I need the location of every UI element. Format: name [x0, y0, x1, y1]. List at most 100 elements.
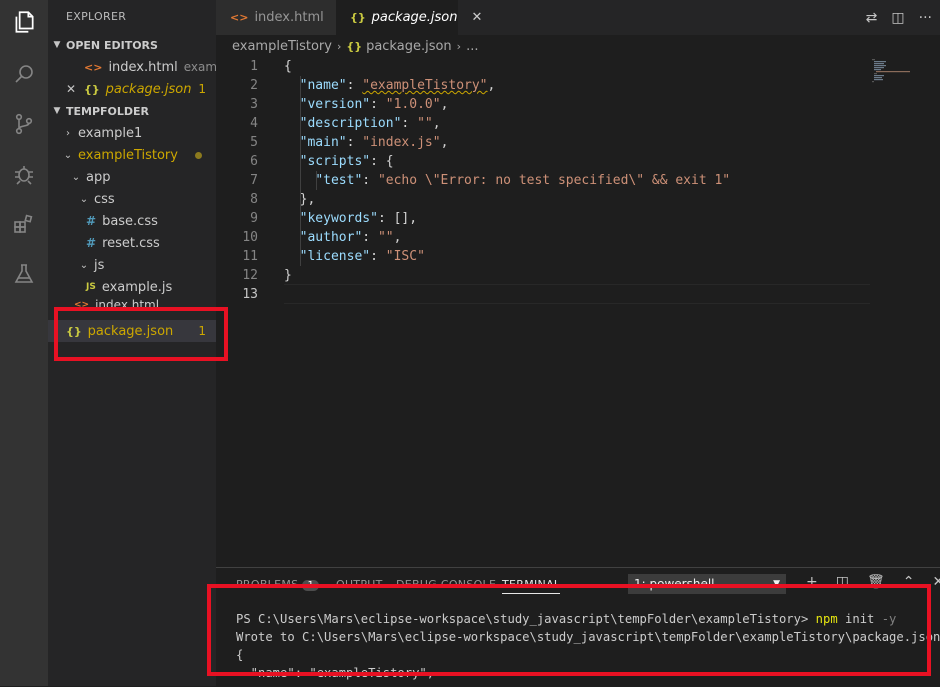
explorer-sidebar: EXPLORER ▼ OPEN EDITORS <> index.html ex… — [48, 0, 216, 686]
html-file-icon: <> — [74, 300, 90, 310]
json-key: "name" — [299, 78, 347, 93]
chevron-down-icon: ⌄ — [79, 193, 89, 205]
source-control-icon[interactable] — [8, 108, 40, 140]
extensions-icon[interactable] — [8, 208, 40, 240]
editor-tabs: <> index.html {} package.json ✕ ⇄ ◫ ··· — [216, 0, 940, 35]
tree-item-example1[interactable]: › example1 — [48, 122, 216, 144]
json-colon: : — [346, 135, 363, 150]
json-file-icon: {} — [346, 39, 363, 53]
json-key: "author" — [299, 230, 363, 245]
js-file-icon: JS — [86, 282, 96, 292]
json-value: "echo \"Error: no test specified\" && ex… — [377, 173, 731, 188]
json-colon: : — [401, 116, 418, 131]
tree-item-label: js — [94, 257, 105, 273]
tree-item-label: package.json — [87, 323, 174, 339]
terminal-select-value: 1: powershell — [634, 577, 715, 591]
new-terminal-icon[interactable]: + — [806, 574, 818, 590]
problem-count-badge: 1 — [198, 82, 206, 96]
tree-item-label: exampleTistory — [78, 147, 178, 163]
terminal-line: Wrote to C:\Users\Mars\eclipse-workspace… — [236, 630, 940, 644]
terminal-select[interactable]: 1: powershell ▼ — [628, 574, 786, 594]
json-value: "" — [417, 116, 433, 131]
json-file-icon: {} — [350, 11, 366, 24]
tree-item-package-json[interactable]: {} package.json 1 — [48, 320, 216, 342]
open-editors-label: OPEN EDITORS — [66, 38, 158, 52]
split-editor-icon[interactable]: ◫ — [891, 10, 904, 26]
tab-debug-console[interactable]: DEBUG CONSOLE — [396, 578, 496, 591]
chevron-down-icon: ▼ — [53, 40, 61, 50]
chevron-down-icon: ⌄ — [63, 149, 73, 161]
code-text: "main": "index.js", — [284, 135, 449, 150]
line-number: 13 — [242, 287, 258, 302]
tree-item-exampletistory[interactable]: ⌄ exampleTistory — [48, 144, 216, 166]
debug-icon[interactable] — [8, 158, 40, 190]
css-file-icon: # — [86, 214, 97, 228]
open-editor-package[interactable]: ✕ {} package.json 1 — [48, 78, 216, 100]
line-number: 4 — [250, 116, 258, 131]
chevron-down-icon: ⌄ — [79, 259, 89, 271]
open-editors-header[interactable]: ▼ OPEN EDITORS — [48, 34, 216, 56]
modified-dot — [195, 151, 202, 159]
minimap[interactable] — [872, 57, 912, 87]
code-line: 12} — [216, 266, 291, 285]
line-number: 11 — [242, 249, 258, 264]
more-actions-icon[interactable]: ··· — [919, 10, 932, 26]
tree-item-label: app — [86, 169, 111, 185]
code-line: 6 "scripts": { — [216, 152, 393, 171]
tree-item-js[interactable]: ⌄ js — [48, 254, 216, 276]
tree-item-css[interactable]: ⌄ css — [48, 188, 216, 210]
line-number: 5 — [250, 135, 258, 150]
search-icon[interactable] — [8, 58, 40, 90]
open-editor-index[interactable]: <> index.html exampl... — [48, 56, 216, 78]
html-file-icon: <> — [84, 60, 103, 74]
json-colon: : — [346, 78, 363, 93]
code-editor[interactable]: 1{2 "name": "exampleTistory", 3 "version"… — [216, 57, 940, 567]
tree-item-label: example1 — [78, 125, 143, 141]
close-icon[interactable]: ✕ — [472, 10, 483, 25]
chevron-up-icon[interactable]: ⌃ — [903, 574, 915, 590]
split-terminal-icon[interactable]: ◫ — [836, 574, 849, 590]
close-icon[interactable]: ✕ — [932, 574, 940, 590]
files-icon[interactable] — [8, 6, 40, 38]
breadcrumb-file[interactable]: package.json — [366, 39, 452, 54]
chevron-down-icon: ▼ — [53, 106, 61, 116]
close-icon[interactable]: ✕ — [66, 82, 84, 96]
chevron-right-icon: › — [66, 127, 70, 139]
code-text: "license": "ISC" — [284, 249, 425, 264]
trash-icon[interactable]: 🗑 — [867, 574, 885, 590]
tempfolder-header[interactable]: ▼ TEMPFOLDER — [48, 100, 216, 122]
json-punctuation: : [], — [377, 211, 418, 226]
json-key: "version" — [299, 97, 371, 112]
tree-item-app[interactable]: ⌄ app — [48, 166, 216, 188]
terminal-output[interactable]: PS C:\Users\Mars\eclipse-workspace\study… — [236, 610, 940, 682]
code-text: "name": "exampleTistory", — [284, 78, 496, 93]
breadcrumb-more[interactable]: ... — [466, 39, 478, 54]
tab-terminal[interactable]: TERMINAL — [502, 578, 561, 594]
json-punctuation: , — [440, 97, 449, 112]
flask-icon[interactable] — [8, 258, 40, 290]
panel-tabs: PROBLEMS 1 OUTPUT DEBUG CONSOLE TERMINAL … — [216, 568, 940, 602]
tree-item-example-js[interactable]: JS example.js — [48, 276, 216, 298]
tab-problems[interactable]: PROBLEMS 1 — [236, 578, 320, 591]
tab-package-json[interactable]: {} package.json ✕ — [336, 0, 482, 35]
breadcrumb-folder[interactable]: exampleTistory — [232, 39, 332, 54]
tab-index-html[interactable]: <> index.html — [216, 0, 336, 35]
terminal-command: npm — [815, 612, 838, 626]
tree-item-index-html[interactable]: <> index.html — [48, 298, 216, 312]
html-file-icon: <> — [230, 11, 249, 24]
json-colon: : — [370, 97, 386, 112]
json-colon: : — [362, 173, 378, 188]
tree-item-base-css[interactable]: # base.css — [48, 210, 216, 232]
json-value: "ISC" — [385, 249, 425, 264]
explorer-title: EXPLORER — [66, 10, 127, 23]
tab-output[interactable]: OUTPUT — [336, 578, 383, 591]
code-line: 4 "description": "", — [216, 114, 440, 133]
tree-item-reset-css[interactable]: # reset.css — [48, 232, 216, 254]
editor-actions: ⇄ ◫ ··· — [866, 0, 932, 35]
compare-changes-icon[interactable]: ⇄ — [866, 10, 878, 26]
